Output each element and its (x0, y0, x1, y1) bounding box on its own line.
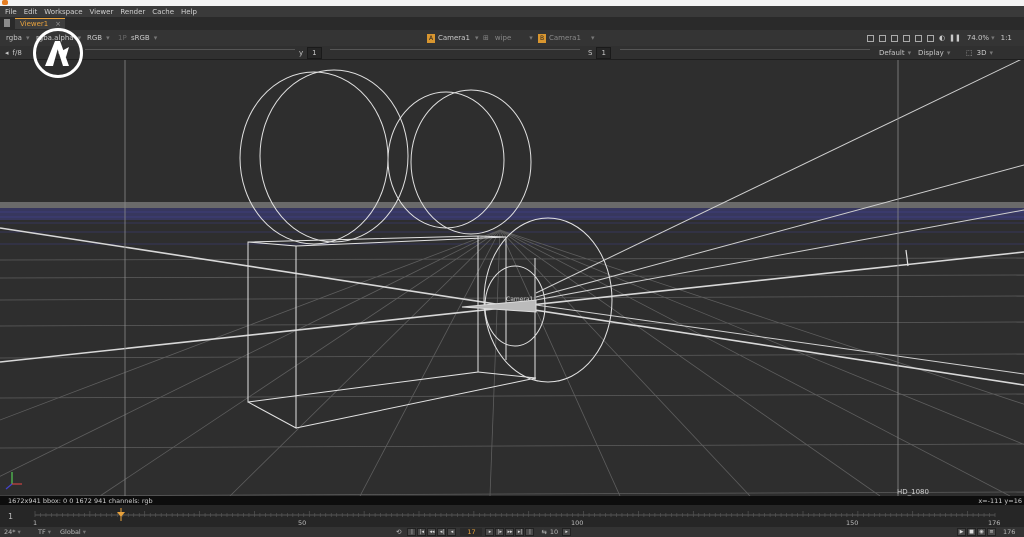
step-forward-button[interactable]: |▸ (495, 528, 505, 536)
gamma-slider[interactable] (330, 49, 580, 57)
last-frame-button[interactable]: | (525, 528, 535, 536)
overlay-icon[interactable] (903, 34, 910, 42)
menu-help[interactable]: Help (181, 8, 197, 16)
cursor-coordinates: x=-111 y=16 (978, 496, 1022, 505)
cache-button[interactable]: ≡ (987, 528, 996, 536)
loop-icon[interactable]: ⟲ (396, 528, 401, 536)
scene-3d: Camera1 HD_1080 (0, 60, 1024, 496)
menu-cache[interactable]: Cache (152, 8, 174, 16)
increment-step-button[interactable]: ▸ (562, 528, 572, 536)
app-icon (2, 0, 8, 5)
step-forward-increment-button[interactable]: ▸▸ (505, 528, 515, 536)
timeline-ruler (34, 508, 996, 521)
input-a-badge: A (427, 33, 435, 43)
menu-workspace[interactable]: Workspace (44, 8, 82, 16)
viewer-info-bar: 1672x941 bbox: 0 0 1672 941 channels: rg… (0, 496, 1024, 505)
view-mode-dropdown[interactable]: 3D (977, 49, 987, 57)
input-b-selector[interactable]: B Camera1 ▾ (538, 30, 594, 46)
step-back-increment-button[interactable]: ◂◂ (427, 528, 437, 536)
mask-icon[interactable] (891, 34, 898, 42)
default-dropdown[interactable]: Default (879, 49, 905, 57)
ratio-dropdown[interactable]: 1:1 (1001, 34, 1012, 42)
viewer-toolbar: rgba ▾ rgba.alpha ▾ RGB ▾ 1P sRGB ▾ A Camera1… (0, 30, 1024, 46)
zebra-icon[interactable] (927, 34, 934, 42)
viewer-3d-viewport[interactable]: Camera1 HD_1080 (0, 60, 1024, 496)
view-mode-icon[interactable]: ⬚ (966, 49, 973, 57)
guides-icon[interactable] (879, 34, 886, 42)
tab-bar: Viewer1 × (0, 17, 1024, 31)
step-back-button[interactable]: ◂| (437, 528, 447, 536)
channels-dropdown[interactable]: rgba (6, 34, 22, 42)
camera-model[interactable] (239, 69, 909, 429)
flipbook-button[interactable]: ▶ (957, 528, 966, 536)
play-forward-button[interactable]: ▸ (485, 528, 495, 536)
watermark-logo (33, 28, 83, 78)
render-button[interactable]: ◉ (977, 528, 986, 536)
wipe-icon: ⊞ (483, 34, 489, 42)
gamma-field[interactable]: 1 (307, 46, 322, 59)
zoom-dropdown[interactable]: 74.0% (967, 34, 989, 42)
current-frame-field[interactable]: 17 (460, 528, 483, 536)
increment-field[interactable]: 10 (550, 528, 558, 536)
proxy-toggle[interactable]: 1P (118, 30, 127, 46)
display-dropdown[interactable]: Display (918, 49, 944, 57)
fstop-arrow-icon[interactable]: ◂ (5, 49, 9, 57)
close-icon[interactable]: × (55, 20, 61, 28)
tick-label-100: 100 (571, 519, 584, 527)
saturation-label: S (588, 48, 593, 57)
far-grid (0, 211, 1024, 245)
menu-render[interactable]: Render (120, 8, 145, 16)
format-info: 1672x941 bbox: 0 0 1672 941 channels: rg… (8, 496, 153, 505)
gamma-label: y (299, 48, 304, 57)
saturation-slider[interactable] (620, 49, 870, 57)
fstop-value[interactable]: f/8 (13, 49, 22, 57)
tick-label-50: 50 (298, 519, 307, 527)
roi-icon[interactable] (867, 34, 874, 42)
tab-label: Viewer1 (20, 20, 49, 28)
tick-label-1: 1 (33, 519, 38, 527)
stop-button[interactable]: ■ (967, 528, 976, 536)
viewer-icons: ◐ ❚❚ 74.0% ▾ 1:1 (862, 30, 1012, 46)
prev-key-button[interactable]: |◂ (417, 528, 427, 536)
wipe-dropdown[interactable]: ⊞ wipe ▾ (483, 30, 533, 46)
first-frame-button[interactable]: | (407, 528, 417, 536)
timeline[interactable]: 1 1 50 100 150 176 (0, 505, 1024, 527)
timeline-format-dropdown[interactable]: TF (38, 528, 46, 536)
playback-controls: 24* ▾ TF ▾ Global ▾ ⟲ | |◂ ◂◂ ◂| ◂ 17 ▸ |▸ … (0, 527, 1024, 537)
saturation-field[interactable]: 1 (596, 46, 611, 59)
pause-icon[interactable]: ❚❚ (949, 34, 961, 42)
input-a-selector[interactable]: A Camera1 ▾ (427, 30, 478, 46)
increment-icon: ⇆ (541, 528, 547, 536)
axis-gizmo (5, 472, 22, 490)
menu-file[interactable]: File (5, 8, 17, 16)
gain-slider[interactable] (85, 49, 295, 57)
ground-grid (0, 229, 1024, 496)
next-key-button[interactable]: ▸| (515, 528, 525, 536)
camera-label: Camera1 (506, 296, 534, 303)
horizon-line (0, 202, 1024, 208)
lut-dropdown[interactable]: sRGB (131, 34, 150, 42)
end-frame-field[interactable]: 176 (1003, 528, 1015, 536)
in-point-marker[interactable]: 1 (8, 512, 13, 521)
colorspace-dropdown[interactable]: RGB (87, 34, 102, 42)
tick-label-150: 150 (846, 519, 859, 527)
refresh-icon[interactable]: ◐ (939, 34, 945, 42)
input-b-badge: B (538, 33, 546, 43)
menu-edit[interactable]: Edit (24, 8, 38, 16)
play-backward-button[interactable]: ◂ (447, 528, 457, 536)
tick-label-176: 176 (988, 519, 1001, 527)
menu-bar: File Edit Workspace Viewer Render Cache … (0, 6, 1024, 17)
fps-dropdown[interactable]: 24* (4, 528, 16, 536)
panel-menu-icon[interactable] (4, 19, 10, 27)
format-label: HD_1080 (897, 488, 929, 496)
clip-icon[interactable] (915, 34, 922, 42)
menu-viewer[interactable]: Viewer (90, 8, 114, 16)
viewer-toolbar-secondary: ◂ f/8 y1 S1 Default ▾ Display ▾ ⬚ 3D ▾ (0, 46, 1024, 60)
global-range-dropdown[interactable]: Global (60, 528, 81, 536)
